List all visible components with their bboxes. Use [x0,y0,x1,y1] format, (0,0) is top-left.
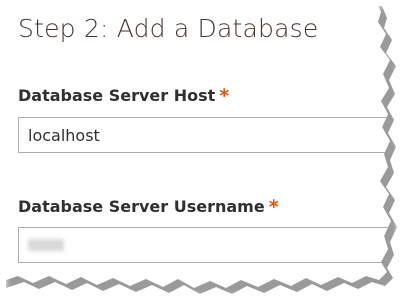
host-label-text: Database Server Host [18,86,216,105]
database-username-input[interactable] [18,227,391,263]
username-required-asterisk: * [268,196,279,218]
screenshot-page: Step 2: Add a Database Database Server H… [0,0,411,308]
host-label: Database Server Host * [18,84,230,107]
page-title: Step 2: Add a Database [18,14,319,43]
host-required-asterisk: * [219,85,230,107]
username-label-text: Database Server Username [18,197,265,216]
database-host-input[interactable] [18,117,391,153]
username-label: Database Server Username * [18,195,279,218]
redacted-username-value [28,239,64,251]
form-panel: Step 2: Add a Database Database Server H… [0,0,391,288]
